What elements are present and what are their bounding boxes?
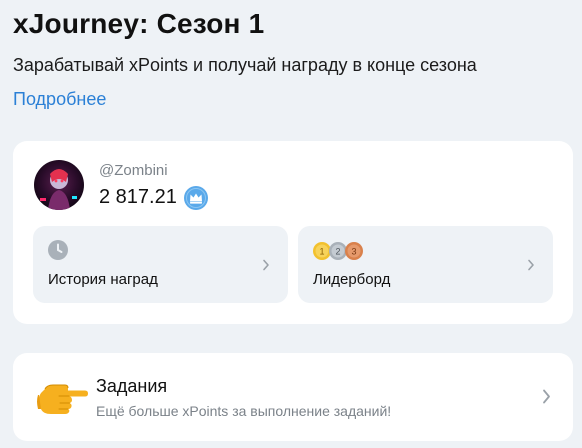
tasks-description: Ещё больше xPoints за выполнение заданий…: [96, 403, 392, 419]
page-subtitle: Зарабатывай xPoints и получай награду в …: [13, 55, 477, 75]
medal-silver-number: 2: [335, 247, 340, 257]
page-title: xJourney: Сезон 1: [13, 8, 265, 39]
clock-icon: [48, 240, 68, 260]
username: @Zombini: [99, 162, 168, 179]
profile-card: @Zombini 2 817.21 История наград 1 2 3 Л…: [13, 141, 573, 324]
medal-gold-number: 1: [319, 247, 324, 257]
rewards-history-tile[interactable]: История наград: [33, 226, 288, 303]
chevron-right-icon: [528, 259, 534, 271]
leaderboard-tile[interactable]: 1 2 3 Лидерборд: [298, 226, 553, 303]
avatar-image: [34, 160, 84, 210]
tasks-card[interactable]: Задания Ещё больше xPoints за выполнение…: [13, 353, 573, 441]
chevron-right-icon: [263, 259, 269, 271]
crown-icon: [184, 186, 208, 210]
more-info-link[interactable]: Подробнее: [13, 89, 106, 110]
rewards-history-label: История наград: [48, 271, 158, 288]
points-balance: 2 817.21: [99, 186, 177, 208]
leaderboard-label: Лидерборд: [313, 271, 391, 288]
medals-icon: 1 2 3: [313, 242, 363, 260]
avatar[interactable]: [34, 160, 84, 210]
medal-bronze-number: 3: [351, 247, 356, 257]
tasks-title: Задания: [96, 376, 168, 396]
pointing-hand-icon: [37, 384, 88, 414]
chevron-right-icon: [543, 389, 550, 404]
